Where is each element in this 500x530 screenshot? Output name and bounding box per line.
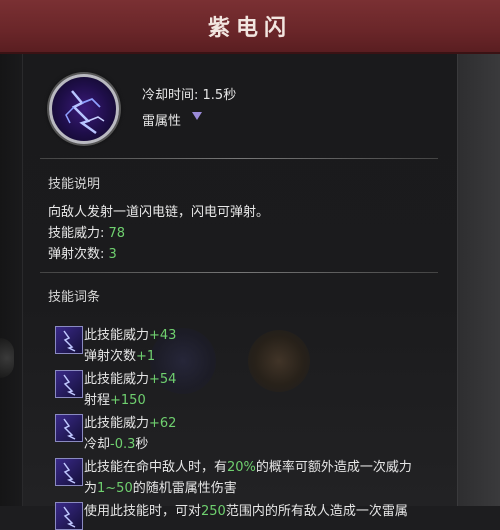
triangle-down-icon	[192, 112, 202, 120]
cooldown-row: 冷却时间: 1.5秒	[142, 84, 236, 103]
background-slot	[248, 330, 310, 392]
bounce-label: 弹射次数:	[48, 247, 105, 262]
lightning-icon	[49, 74, 119, 144]
description-title: 技能说明	[48, 177, 101, 192]
lightning-icon	[55, 458, 83, 486]
bounce-row: 弹射次数: 3	[48, 243, 117, 262]
divider	[40, 272, 438, 273]
lightning-icon	[55, 326, 83, 354]
divider	[40, 158, 438, 159]
power-row: 技能威力: 78	[48, 222, 125, 241]
power-value: 78	[108, 226, 126, 241]
lightning-icon	[55, 414, 83, 442]
cooldown-value: 1.5秒	[202, 88, 237, 103]
lightning-icon	[55, 370, 83, 398]
lightning-icon	[55, 502, 83, 530]
description-text: 向敌人发射一道闪电链，闪电可弹射。	[48, 205, 270, 220]
element-label: 雷属性	[142, 114, 182, 129]
bounce-value: 3	[108, 247, 117, 262]
entries-title: 技能词条	[48, 290, 101, 305]
power-label: 技能威力:	[48, 226, 105, 241]
skill-title: 紫电闪	[207, 15, 292, 41]
cooldown-label: 冷却时间:	[142, 88, 199, 103]
